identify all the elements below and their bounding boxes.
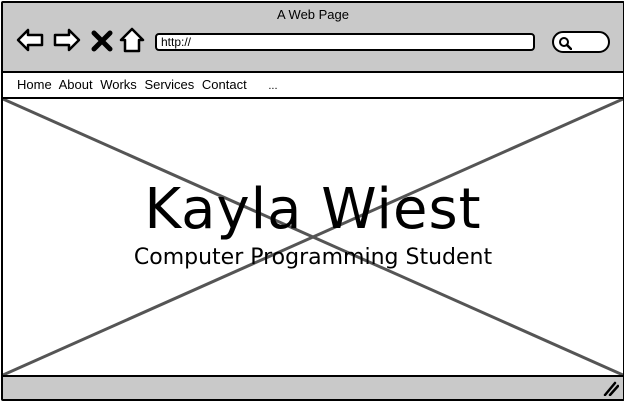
browser-chrome: A Web Page xyxy=(3,3,623,73)
browser-window: A Web Page Home About Works Services xyxy=(1,1,624,401)
hero-title: Kayla Wiest xyxy=(144,177,482,242)
close-icon[interactable] xyxy=(89,25,115,55)
search-icon[interactable] xyxy=(558,36,573,51)
nav-item-services[interactable]: Services xyxy=(144,77,194,92)
back-arrow-icon[interactable] xyxy=(15,25,45,55)
forward-arrow-icon[interactable] xyxy=(52,25,82,55)
search-box[interactable] xyxy=(552,31,610,53)
nav-item-home[interactable]: Home xyxy=(17,77,52,92)
nav-item-about[interactable]: About xyxy=(59,77,93,92)
hero-image-placeholder: Kayla Wiest Computer Programming Student xyxy=(3,99,623,375)
resize-grip-icon[interactable] xyxy=(601,380,620,397)
site-nav: Home About Works Services Contact ... xyxy=(3,73,623,99)
hero-subtitle: Computer Programming Student xyxy=(133,245,493,270)
status-bar xyxy=(3,375,623,399)
nav-item-contact[interactable]: Contact xyxy=(202,77,247,92)
nav-item-works[interactable]: Works xyxy=(100,77,137,92)
address-bar[interactable] xyxy=(155,33,535,51)
nav-more[interactable]: ... xyxy=(268,80,277,92)
url-input[interactable] xyxy=(161,35,521,49)
window-title: A Web Page xyxy=(276,7,350,22)
home-icon[interactable] xyxy=(117,25,147,55)
